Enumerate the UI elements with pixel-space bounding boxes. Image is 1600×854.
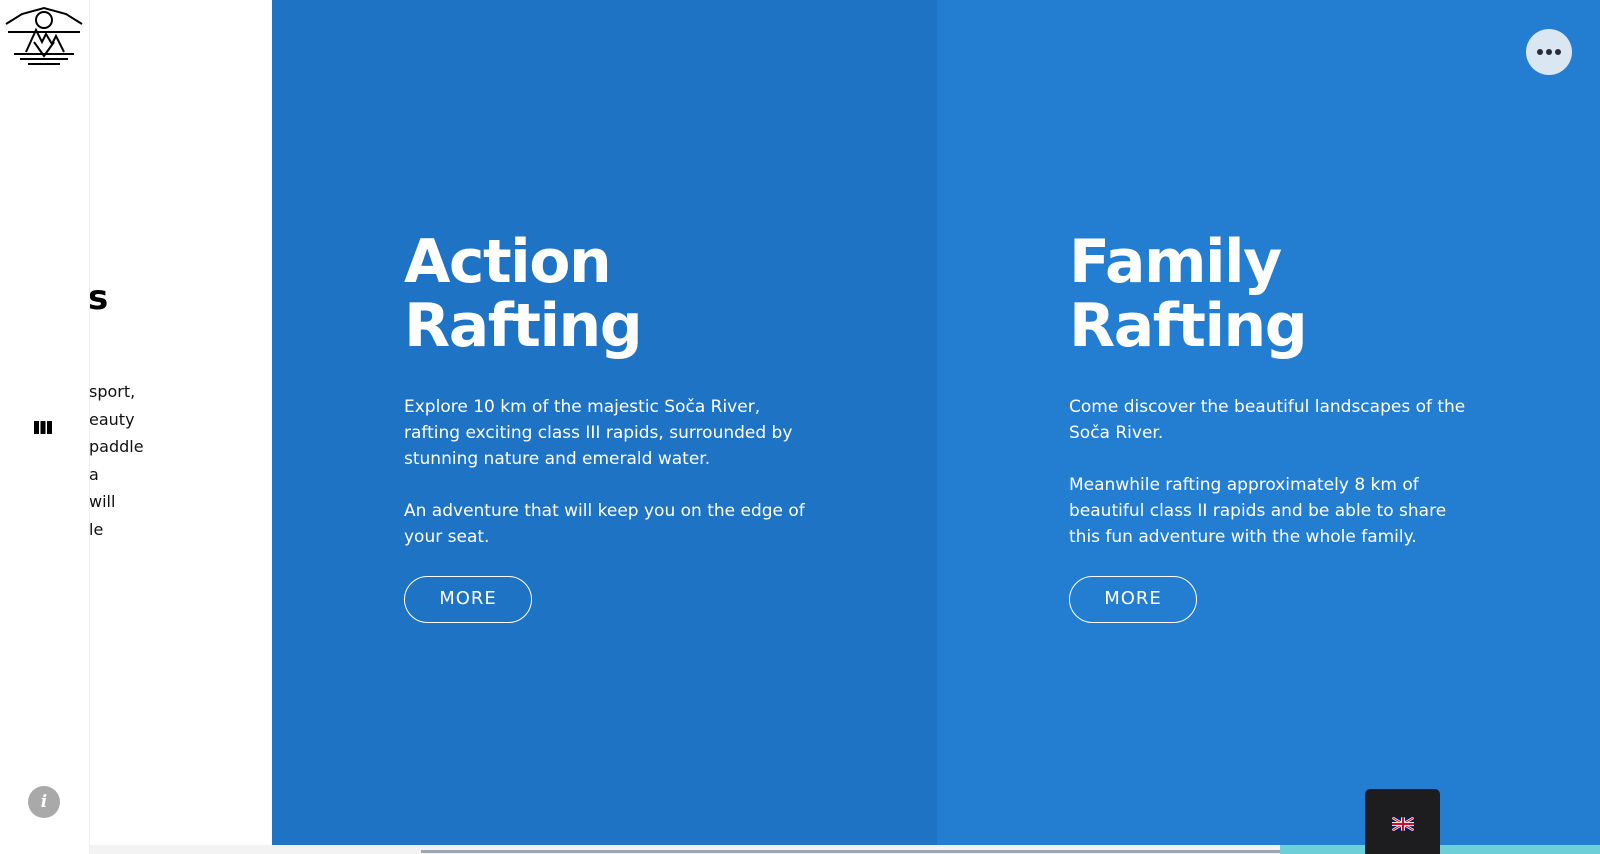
uk-flag-icon — [1392, 817, 1414, 831]
sidebar: i — [0, 0, 90, 854]
mountain-sun-logo[interactable] — [4, 4, 84, 66]
card-title-line2: Rafting — [1069, 291, 1308, 361]
scroll-accent-bar — [1280, 845, 1600, 854]
card-title-line1: Family — [1069, 227, 1282, 297]
logo-icon — [5, 6, 83, 65]
more-dots-icon — [1546, 49, 1552, 55]
more-dots-icon — [1555, 49, 1561, 55]
more-menu-button[interactable] — [1526, 29, 1572, 75]
more-button[interactable]: MORE — [404, 576, 532, 623]
intro-text-fragment: sport, eauty paddle a will le — [89, 382, 144, 539]
intro-heading-fragment: s — [88, 278, 109, 318]
card-title: Action Rafting — [404, 227, 643, 361]
grid-icon[interactable] — [32, 419, 54, 436]
more-button[interactable]: MORE — [1069, 576, 1197, 623]
more-dots-icon — [1537, 49, 1543, 55]
card-description: Come discover the beautiful landscapes o… — [1069, 397, 1466, 443]
card-title: Family Rafting — [1069, 227, 1308, 361]
family-rafting-card: Family Rafting Come discover the beautif… — [937, 0, 1600, 854]
info-icon[interactable]: i — [28, 786, 60, 818]
language-switcher[interactable] — [1365, 789, 1440, 854]
card-tagline: Meanwhile rafting approximately 8 km of … — [1069, 475, 1447, 547]
horizontal-scrollbar[interactable] — [421, 850, 1281, 853]
card-title-line2: Rafting — [404, 291, 643, 361]
card-description: Explore 10 km of the majestic Soča River… — [404, 397, 793, 469]
card-title-line1: Action — [404, 227, 612, 297]
action-rafting-card: Action Rafting Explore 10 km of the maje… — [272, 0, 937, 854]
card-tagline: An adventure that will keep you on the e… — [404, 501, 805, 547]
